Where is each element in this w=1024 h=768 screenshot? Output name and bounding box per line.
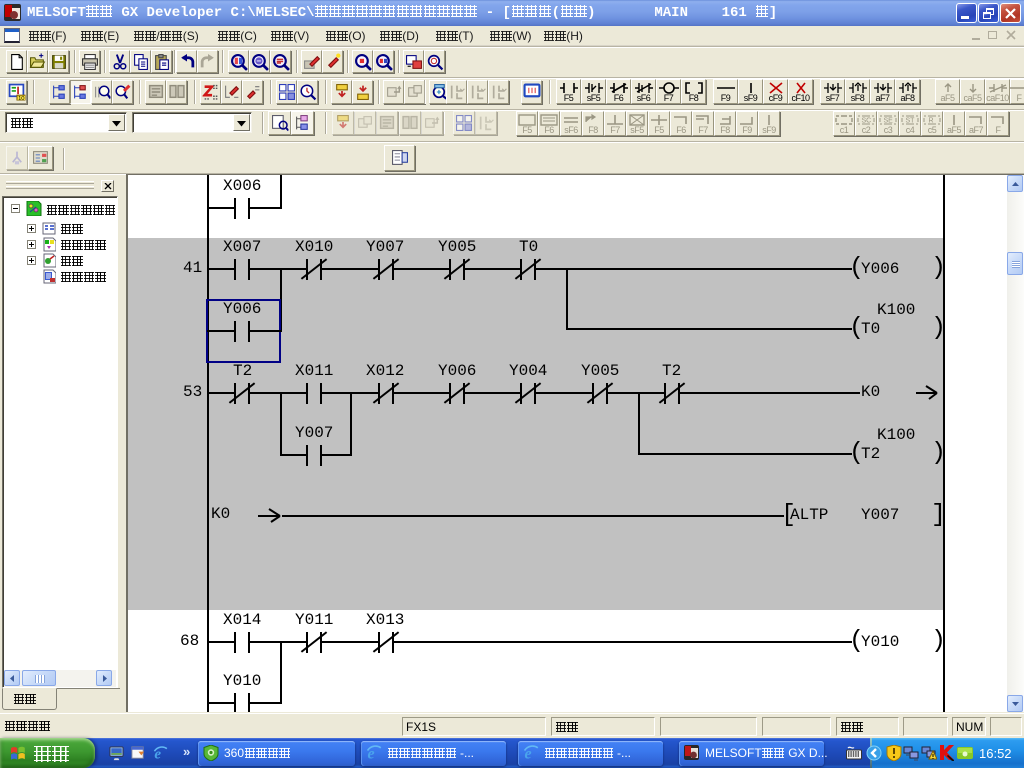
svg-text:R: R — [929, 118, 934, 125]
svg-text:ST: ST — [906, 118, 916, 125]
svg-text:SE: SE — [884, 118, 894, 125]
svg-text:SC: SC — [862, 118, 872, 125]
